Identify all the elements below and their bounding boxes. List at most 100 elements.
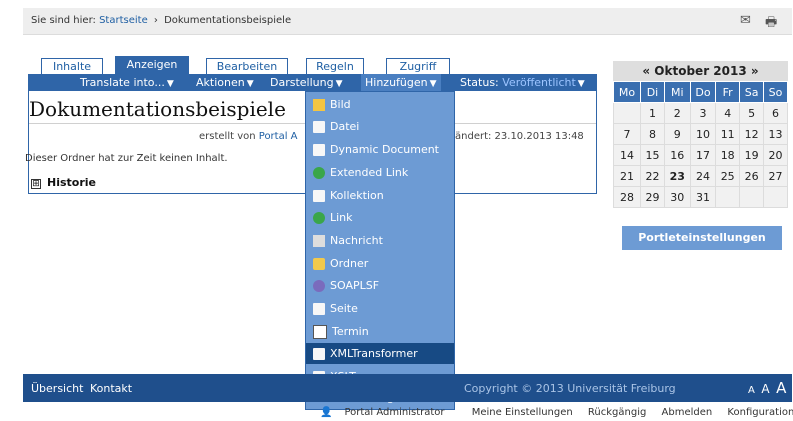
- calendar-day[interactable]: 5: [739, 102, 765, 124]
- menu-item-label: Extended Link: [330, 166, 409, 179]
- history-toggle[interactable]: ⊞ Historie: [31, 176, 96, 189]
- portlet-settings-button[interactable]: Portleteinstellungen: [622, 226, 782, 250]
- status-menu[interactable]: Status: Veröffentlicht ▼: [460, 76, 585, 89]
- menu-item-kollektion[interactable]: Kollektion: [306, 185, 454, 206]
- tab-inhalte[interactable]: Inhalte: [41, 58, 103, 74]
- settings-link[interactable]: Meine Einstellungen: [472, 407, 573, 418]
- status-label: Status:: [460, 76, 499, 89]
- chevron-down-icon: ▼: [335, 79, 343, 89]
- calendar-week: 28 29 30 31: [612, 186, 788, 208]
- calendar-day[interactable]: 22: [640, 165, 665, 187]
- menu-item-xmltransformer[interactable]: XMLTransformer: [306, 343, 454, 364]
- calendar-day[interactable]: 30: [663, 186, 691, 208]
- breadcrumb-separator: ›: [153, 15, 158, 26]
- calendar-icon: [313, 325, 327, 339]
- calendar-day[interactable]: 16: [663, 144, 691, 166]
- menu-item-dynamic-document[interactable]: Dynamic Document: [306, 139, 454, 160]
- darstellung-label: Darstellung: [270, 76, 334, 89]
- menu-item-soaplsf[interactable]: SOAPLSF: [306, 275, 454, 296]
- calendar-day[interactable]: 21: [612, 165, 642, 187]
- weekday-header: Sa: [739, 81, 765, 103]
- calendar-day[interactable]: 15: [640, 144, 665, 166]
- chevron-down-icon: ▼: [577, 79, 585, 89]
- config-link[interactable]: Konfiguration: [727, 407, 793, 418]
- collection-icon: [313, 190, 325, 202]
- calendar-day[interactable]: 9: [663, 123, 691, 145]
- calendar-day[interactable]: 8: [640, 123, 665, 145]
- breadcrumb-current: Dokumentationsbeispiele: [164, 15, 292, 26]
- menu-item-termin[interactable]: Termin: [306, 321, 454, 342]
- calendar-day[interactable]: 24: [689, 165, 717, 187]
- calendar-day[interactable]: 29: [640, 186, 665, 208]
- calendar-day[interactable]: 11: [715, 123, 741, 145]
- undo-link[interactable]: Rückgängig: [588, 407, 646, 418]
- calendar-day[interactable]: 12: [739, 123, 765, 145]
- aktionen-menu[interactable]: Aktionen ▼: [196, 76, 254, 89]
- calendar-day[interactable]: 14: [612, 144, 642, 166]
- tab-anzeigen[interactable]: Anzeigen: [115, 56, 189, 74]
- hinzufuegen-menu[interactable]: Hinzufügen ▼: [361, 74, 441, 91]
- tab-regeln[interactable]: Regeln: [306, 58, 364, 74]
- menu-item-nachricht[interactable]: Nachricht: [306, 230, 454, 251]
- menu-item-extended-link[interactable]: Extended Link: [306, 162, 454, 183]
- calendar-month-nav[interactable]: « Oktober 2013 »: [613, 61, 788, 81]
- link-icon: [313, 167, 325, 179]
- calendar-day[interactable]: 25: [715, 165, 741, 187]
- menu-item-datei[interactable]: Datei: [306, 116, 454, 137]
- calendar-day[interactable]: 28: [612, 186, 642, 208]
- calendar-day[interactable]: 26: [739, 165, 765, 187]
- logout-link[interactable]: Abmelden: [662, 407, 713, 418]
- menu-item-label: Nachricht: [330, 234, 383, 247]
- personal-bar: 👤 Portal Administrator Meine Einstellunge…: [320, 407, 793, 418]
- font-size-small[interactable]: A: [748, 385, 755, 396]
- calendar-day[interactable]: 6: [763, 102, 788, 124]
- print-icon[interactable]: 🖶: [765, 13, 777, 35]
- history-label: Historie: [47, 176, 96, 189]
- calendar-day[interactable]: 4: [715, 102, 741, 124]
- tab-zugriff[interactable]: Zugriff: [386, 58, 450, 74]
- user-icon: 👤: [320, 407, 333, 418]
- copyright: Copyright © 2013 Universität Freiburg: [464, 382, 676, 395]
- font-size-medium[interactable]: A: [761, 382, 769, 396]
- calendar-day[interactable]: 7: [612, 123, 642, 145]
- calendar-day[interactable]: 3: [689, 102, 717, 124]
- calendar-day[interactable]: 13: [763, 123, 788, 145]
- translate-menu[interactable]: Translate into... ▼: [80, 76, 174, 89]
- aktionen-label: Aktionen: [196, 76, 245, 89]
- calendar-day[interactable]: 1: [640, 102, 665, 124]
- darstellung-menu[interactable]: Darstellung ▼: [270, 76, 343, 89]
- link-icon: [313, 212, 325, 224]
- menu-item-label: Bild: [330, 98, 351, 111]
- calendar-portlet: « Oktober 2013 » Mo Di Mi Do Fr Sa So 12345678…: [612, 61, 788, 208]
- menu-item-seite[interactable]: Seite: [306, 298, 454, 319]
- breadcrumb-home-link[interactable]: Startseite: [99, 15, 148, 26]
- calendar-day[interactable]: 20: [763, 144, 788, 166]
- contact-link[interactable]: Kontakt: [90, 382, 132, 395]
- news-icon: [313, 235, 325, 247]
- calendar-week: 21 22 23 24 25 26 27: [612, 165, 788, 187]
- calendar-day[interactable]: 27: [763, 165, 788, 187]
- calendar-day[interactable]: 2: [663, 102, 691, 124]
- calendar-day[interactable]: 19: [739, 144, 765, 166]
- weekday-header: Fr: [715, 81, 741, 103]
- translate-label: Translate into...: [80, 76, 165, 89]
- font-size-large[interactable]: A: [776, 379, 786, 397]
- overview-link[interactable]: Übersicht: [31, 382, 83, 395]
- calendar-day[interactable]: 31: [689, 186, 717, 208]
- footer-bar: Übersicht Kontakt Copyright © 2013 Unive…: [23, 374, 792, 402]
- calendar-day[interactable]: 10: [689, 123, 717, 145]
- calendar-day[interactable]: 17: [689, 144, 717, 166]
- byline-prefix: erstellt von: [199, 131, 256, 142]
- calendar-blank-day: [612, 102, 642, 124]
- menu-item-link[interactable]: Link: [306, 207, 454, 228]
- calendar-day[interactable]: 23: [663, 165, 691, 187]
- menu-item-bild[interactable]: Bild: [306, 94, 454, 115]
- status-value: Veröffentlicht: [502, 76, 576, 89]
- menu-item-ordner[interactable]: Ordner: [306, 253, 454, 274]
- breadcrumb: Sie sind hier: Startseite › Dokumentatio…: [31, 15, 291, 26]
- calendar-day[interactable]: 18: [715, 144, 741, 166]
- mail-icon[interactable]: ✉: [740, 13, 751, 28]
- tab-bearbeiten[interactable]: Bearbeiten: [206, 58, 288, 74]
- user-link[interactable]: 👤 Portal Administrator: [320, 407, 457, 418]
- author-link[interactable]: Portal A: [259, 131, 298, 142]
